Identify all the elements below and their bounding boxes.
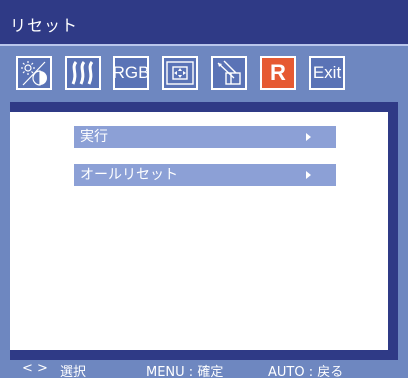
arrow-right-icon bbox=[306, 133, 311, 141]
reset-icon[interactable]: R bbox=[260, 56, 296, 90]
select-hint: 選択 bbox=[60, 365, 87, 378]
brightness-contrast-icon[interactable] bbox=[16, 56, 52, 90]
position-icon[interactable] bbox=[162, 56, 198, 90]
icon-toolbar: RGB R Exit bbox=[16, 56, 396, 90]
auto-hint: AUTO : 戻る bbox=[268, 365, 344, 378]
rgb-icon[interactable]: RGB bbox=[113, 56, 149, 90]
menu-item-label: オールリセット bbox=[80, 167, 178, 183]
sharpness-icon[interactable] bbox=[65, 56, 101, 90]
arrow-right-icon bbox=[306, 171, 311, 179]
content-panel: 実行 オールリセット bbox=[10, 112, 388, 350]
menu-item-all-reset[interactable]: オールリセット bbox=[74, 164, 336, 186]
menu-item-execute[interactable]: 実行 bbox=[74, 126, 336, 148]
menu-hint: MENU : 確定 bbox=[146, 365, 224, 378]
footer-hints: < > 選択 MENU : 確定 AUTO : 戻る bbox=[0, 360, 408, 378]
menu-item-label: 実行 bbox=[80, 129, 108, 145]
osd-window: リセット RGB R Exit 実行 オールリセット < > 選択 MENU:… bbox=[0, 0, 408, 378]
window-title: リセット bbox=[10, 16, 79, 35]
nav-arrows-hint: < > bbox=[22, 361, 48, 376]
setup-icon[interactable] bbox=[211, 56, 247, 90]
title-bar: リセット bbox=[0, 0, 408, 46]
exit-icon[interactable]: Exit bbox=[309, 56, 345, 90]
